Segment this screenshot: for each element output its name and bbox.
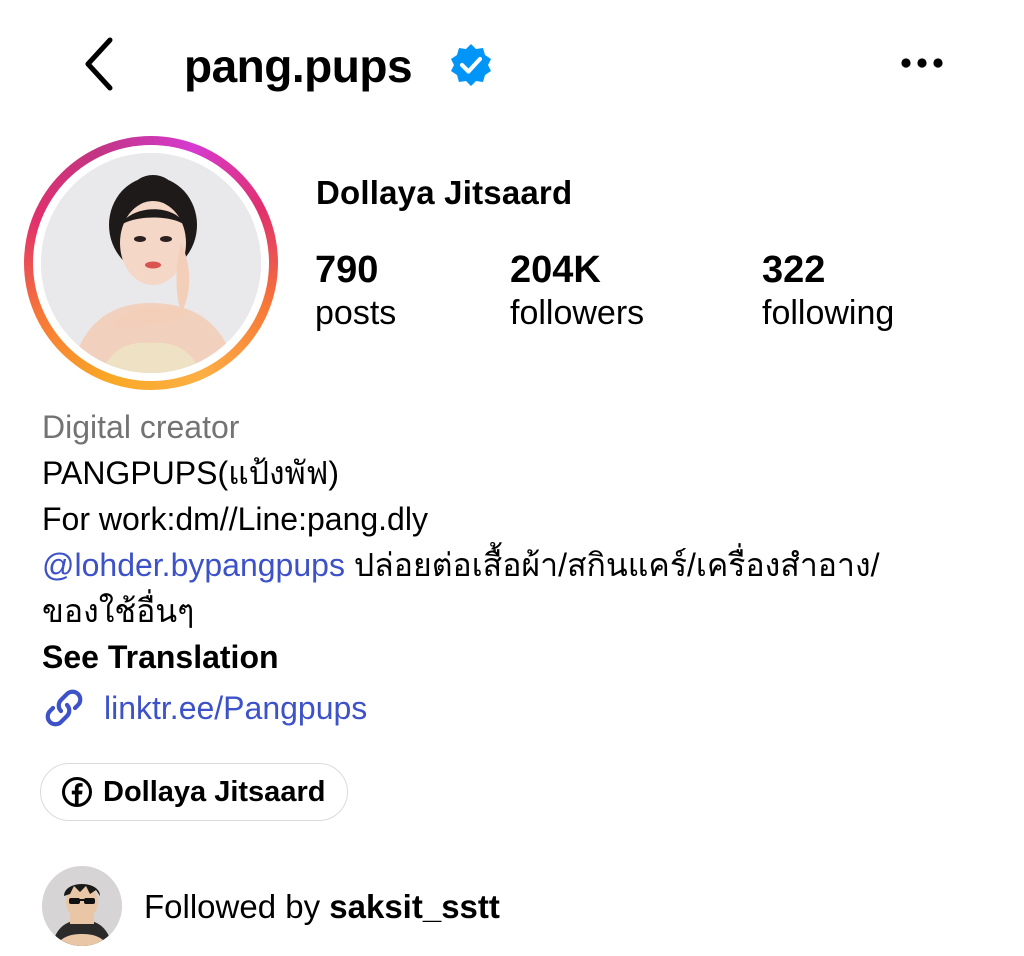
more-options-button[interactable] [892, 40, 952, 86]
bio-line-text: ปล่อยต่อเสื้อผ้า/สกินแคร์/เครื่องสำอาง/ [344, 547, 880, 583]
back-button[interactable] [70, 32, 126, 96]
profile-avatar-photo [41, 153, 261, 373]
bio-external-link[interactable]: linktr.ee/Pangpups [42, 684, 367, 732]
followers-count: 204K [510, 249, 601, 291]
posts-count-stat[interactable]: 790 posts [315, 248, 396, 334]
facebook-chip-label: Dollaya Jitsaard [103, 775, 326, 808]
chevron-left-icon [85, 37, 113, 91]
avatar [42, 866, 122, 946]
bio-mention-link[interactable]: @lohder.bypangpups [42, 547, 345, 583]
bio-link-text: linktr.ee/Pangpups [104, 689, 368, 726]
facebook-icon [62, 777, 92, 807]
followed-by-text[interactable]: Followed by saksit_sstt [144, 884, 500, 930]
profile-category: Digital creator [42, 409, 240, 445]
posts-label: posts [315, 294, 397, 332]
facebook-profile-chip[interactable]: Dollaya Jitsaard [40, 763, 349, 821]
following-count: 322 [762, 249, 826, 291]
followers-label: followers [510, 294, 645, 332]
following-label: following [762, 294, 895, 332]
bio-line: @lohder.bypangpups ปล่อยต่อเสื้อผ้า/สกิน… [42, 542, 879, 588]
see-translation-button[interactable]: See Translation [42, 634, 279, 680]
mutual-follower-avatar[interactable] [42, 866, 122, 946]
profile-full-name: Dollaya Jitsaard [316, 174, 573, 211]
posts-count: 790 [315, 249, 379, 291]
profile-avatar-story-ring[interactable] [24, 136, 278, 390]
profile-username: pang.pups [184, 40, 413, 92]
verified-badge-icon [451, 44, 491, 86]
followed-by-prefix: Followed by [144, 888, 330, 925]
mutual-follower-username: saksit_sstt [329, 888, 500, 925]
link-icon [45, 689, 83, 727]
bio-line: PANGPUPS(แป้งพัฟ) [42, 455, 340, 491]
following-count-stat[interactable]: 322 following [762, 248, 894, 334]
portrait-image [41, 153, 261, 373]
bio-line: For work:dm//Line:pang.dly [42, 501, 428, 537]
bio-line: ของใช้อื่นๆ [42, 593, 195, 629]
more-horizontal-icon [901, 58, 943, 68]
followers-count-stat[interactable]: 204K followers [510, 248, 644, 334]
